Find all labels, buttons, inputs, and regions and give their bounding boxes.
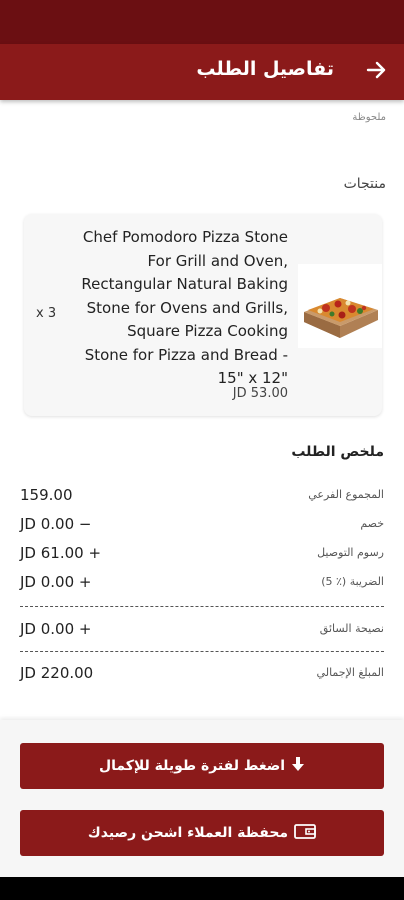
total-label: المبلغ الإجمالي bbox=[316, 666, 384, 679]
subtotal-label: المجموع الفرعي bbox=[308, 488, 384, 501]
product-name: Chef Pomodoro Pizza Stone For Grill and … bbox=[81, 228, 288, 387]
tax-label: الضريبة (٪ 5) bbox=[321, 575, 384, 588]
divider bbox=[20, 651, 384, 652]
total-value: JD 220.00 bbox=[20, 664, 94, 682]
driver-tip-label: نصيحة السائق bbox=[319, 622, 384, 635]
delivery-fee-label: رسوم التوصيل bbox=[317, 546, 384, 559]
tax-value: JD 0.00 + bbox=[20, 573, 92, 591]
discount-label: خصم bbox=[360, 517, 384, 530]
hold-to-complete-button[interactable]: اضغط لفترة طويلة للإكمال bbox=[20, 743, 384, 789]
note-label: ملحوظة bbox=[352, 112, 386, 123]
discount-value: JD 0.00 − bbox=[20, 515, 92, 533]
app-bar: تفاصيل الطلب bbox=[0, 44, 404, 100]
tax-row: الضريبة (٪ 5) JD 0.00 + bbox=[20, 573, 384, 595]
product-card[interactable]: Chef Pomodoro Pizza Stone For Grill and … bbox=[24, 214, 382, 416]
arrow-right-icon[interactable] bbox=[364, 58, 388, 82]
pizza-image bbox=[298, 264, 382, 348]
arrow-down-icon bbox=[291, 756, 305, 776]
summary-heading: ملخص الطلب bbox=[291, 444, 384, 460]
delivery-fee-row: رسوم التوصيل JD 61.00 + bbox=[20, 544, 384, 566]
product-price: JD 53.00 bbox=[232, 386, 288, 401]
product-quantity: x 3 bbox=[36, 306, 57, 321]
page-title: تفاصيل الطلب bbox=[196, 58, 334, 80]
products-heading: منتجات bbox=[343, 176, 386, 192]
subtotal-value: 159.00 bbox=[20, 486, 73, 504]
wallet-topup-button[interactable]: محفظة العملاء اشحن رصيدك bbox=[20, 810, 384, 856]
subtotal-row: المجموع الفرعي 159.00 bbox=[20, 486, 384, 508]
hold-to-complete-label: اضغط لفترة طويلة للإكمال bbox=[98, 758, 286, 774]
wallet-icon bbox=[294, 823, 317, 843]
driver-tip-row: نصيحة السائق JD 0.00 + bbox=[20, 620, 384, 642]
divider bbox=[20, 606, 384, 607]
driver-tip-value: JD 0.00 + bbox=[20, 620, 92, 638]
delivery-fee-value: JD 61.00 + bbox=[20, 544, 102, 562]
wallet-topup-label: محفظة العملاء اشحن رصيدك bbox=[87, 825, 289, 841]
total-row: المبلغ الإجمالي JD 220.00 bbox=[20, 664, 384, 686]
system-nav-bar bbox=[0, 877, 404, 900]
status-bar bbox=[0, 0, 404, 44]
discount-row: خصم JD 0.00 − bbox=[20, 515, 384, 537]
